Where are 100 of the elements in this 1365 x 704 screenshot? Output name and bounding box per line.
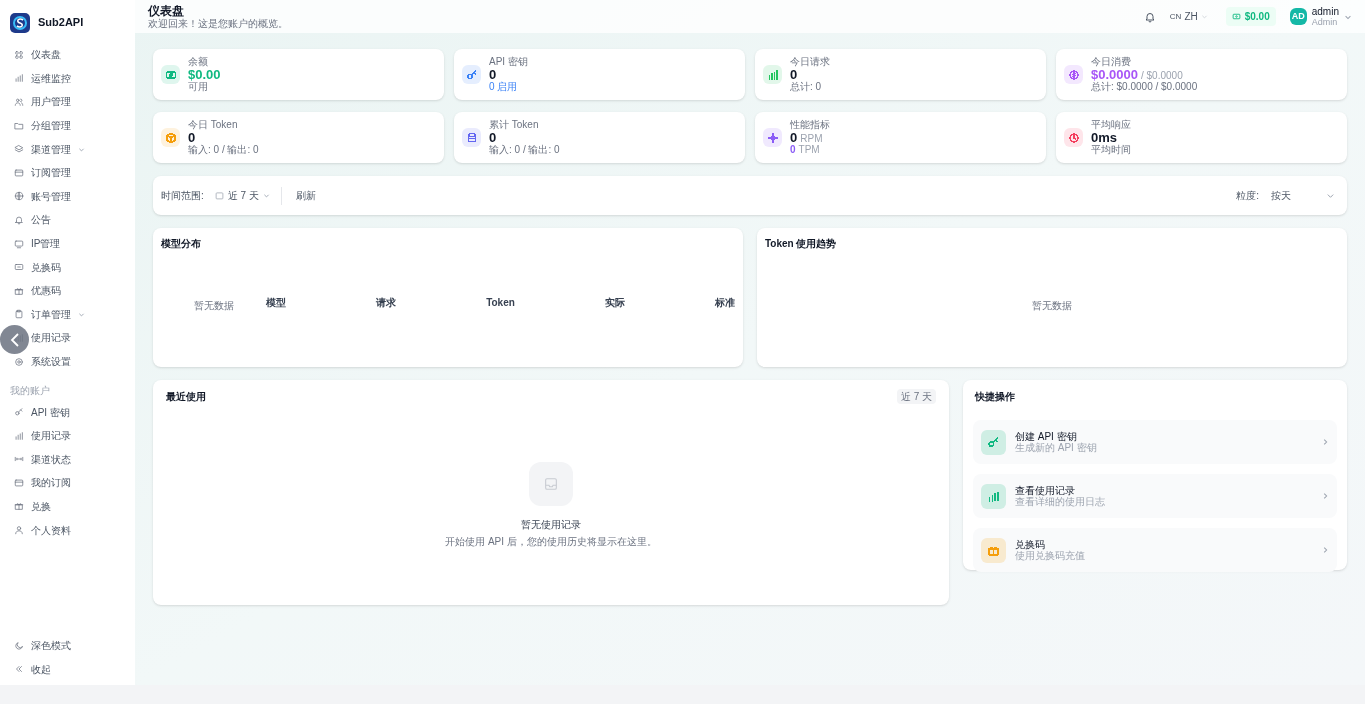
stat-label: 今日请求 [790, 57, 830, 67]
monitor-icon [14, 238, 24, 249]
period-badge: 近 7 天 [896, 389, 936, 404]
moon-icon [14, 640, 24, 651]
users-icon [14, 97, 24, 107]
stat-caption: 总计: 0 [790, 82, 822, 92]
globe-icon [14, 191, 24, 202]
chevron-right-icon [1321, 546, 1329, 554]
nav-item[interactable]: 收起 [0, 657, 135, 681]
card-title: 最近使用 [166, 390, 206, 404]
chevron-down-icon [1326, 191, 1335, 200]
action-title: 兑换码 [1015, 539, 1045, 550]
action-description: 生成新的 API 密钥 [1015, 442, 1098, 453]
stat-value: 0 [489, 131, 497, 144]
filter-label: 时间范围: [161, 189, 204, 203]
section-title: 我的账户 [9, 384, 51, 399]
settings-icon [14, 356, 24, 367]
clipboard-icon [14, 309, 24, 320]
stat-value: 0 [790, 68, 798, 81]
granularity-select[interactable]: 按天 [1267, 188, 1339, 203]
nav-item[interactable]: 深色模式 [0, 633, 135, 658]
nav-item[interactable]: 系统设置 [0, 349, 135, 374]
stat-value: 0 [489, 68, 497, 81]
chevron-right-icon [1321, 492, 1329, 500]
empty-text: 暂无数据 [1032, 298, 1072, 313]
nav-item[interactable]: API 密钥 [0, 400, 135, 424]
granularity-label: 粒度: [1236, 189, 1259, 203]
chevron-down-icon [1200, 13, 1208, 20]
gift-icon [14, 501, 24, 512]
nav-item[interactable]: 仪表盘 [0, 43, 135, 67]
nav-item[interactable]: 运维监控 [0, 66, 135, 91]
nav-item[interactable]: 兑换码 [0, 255, 135, 279]
date-range-select[interactable]: 近 7 天 [209, 185, 275, 206]
card-title: 快捷操作 [975, 390, 1016, 404]
nav-item[interactable]: 个人资料 [0, 518, 135, 542]
stat-value: 0 [790, 131, 798, 144]
column-header: Token [486, 295, 515, 310]
card-title: Token 使用趋势 [765, 237, 838, 251]
stat-value: $0.00 [188, 68, 221, 81]
grid-icon [14, 49, 24, 60]
nav-item[interactable]: 优惠码 [0, 278, 135, 303]
stat-caption: 可用 [188, 82, 208, 92]
nav-item[interactable]: 账号管理 [0, 184, 135, 209]
card-icon [14, 477, 24, 488]
stat-value: 0ms [1091, 131, 1118, 144]
stat-label: 余额 [188, 57, 209, 67]
stat-label: 累计 Token [489, 120, 540, 130]
user-avatar: AD [1289, 8, 1307, 25]
stat-caption: 平均时间 [1091, 145, 1131, 155]
wallet-icon [1231, 12, 1241, 21]
nav-item[interactable]: 订单管理 [0, 302, 135, 327]
refresh-button[interactable]: 刷新 [289, 185, 322, 206]
stat-label: API 密钥 [489, 57, 528, 67]
notification-bell-icon[interactable] [1143, 10, 1156, 23]
user-name: admin [1311, 6, 1339, 17]
chevron-right-icon [1321, 438, 1329, 446]
nav-item[interactable]: 渠道管理 [0, 137, 135, 161]
nav-item[interactable]: 兑换 [0, 494, 135, 519]
stat-value-suffix: RPM [800, 134, 823, 144]
bell-icon [14, 214, 24, 225]
action-title: 查看使用记录 [1015, 485, 1076, 496]
nav-item[interactable]: 我的订阅 [0, 471, 135, 495]
layers-icon [14, 144, 24, 155]
language-selector[interactable]: CN ZH [1169, 9, 1208, 24]
column-header: 模型 [266, 295, 286, 310]
logo-icon [10, 12, 30, 33]
stat-label: 性能指标 [790, 120, 830, 130]
chevron-left-icon [8, 331, 21, 348]
ticket-icon [14, 262, 24, 273]
user-icon [14, 525, 24, 536]
stat-caption-suffix: TPM [798, 145, 820, 155]
action-description: 使用兑换码充值 [1015, 550, 1086, 561]
stat-label: 今日 Token [188, 120, 239, 130]
stat-label: 今日消费 [1091, 57, 1132, 67]
card-icon [14, 167, 24, 178]
quick-action[interactable]: 查看使用记录 查看详细的使用日志 [973, 474, 1337, 518]
stat-caption: 0 启用 [489, 82, 518, 92]
nav-item[interactable]: 使用记录 [0, 423, 135, 448]
chevron-down-icon [262, 192, 270, 199]
quick-action[interactable]: 兑换码 使用兑换码充值 [973, 528, 1337, 572]
nav-item[interactable]: 用户管理 [0, 90, 135, 114]
nav-item[interactable]: 分组管理 [0, 113, 135, 138]
page-subtitle: 欢迎回来！这是您账户的概览。 [148, 17, 288, 30]
stat-caption: 总计: $0.0000 / $0.0000 [1091, 82, 1198, 92]
calendar-icon [214, 191, 224, 200]
empty-inbox-icon [529, 462, 573, 506]
gift-icon [14, 285, 24, 296]
stat-caption: 输入: 0 / 输出: 0 [489, 145, 560, 155]
nav-item[interactable]: 公告 [0, 208, 135, 232]
nav-item[interactable]: 订阅管理 [0, 160, 135, 185]
stat-value-suffix: / $0.0000 [1141, 71, 1183, 81]
empty-title: 暂无使用记录 [521, 518, 581, 532]
empty-description: 开始使用 API 后，您的使用历史将显示在这里。 [445, 535, 657, 549]
quick-action[interactable]: 创建 API 密钥 生成新的 API 密钥 [973, 420, 1337, 464]
double-chevron-left-icon [14, 664, 24, 675]
nav-item[interactable]: IP管理 [0, 231, 135, 256]
balance-amount: $0.00 [1244, 10, 1270, 24]
action-description: 查看详细的使用日志 [1015, 496, 1106, 507]
nav-item[interactable]: 渠道状态 [0, 447, 135, 472]
empty-text: 暂无数据 [192, 298, 235, 313]
